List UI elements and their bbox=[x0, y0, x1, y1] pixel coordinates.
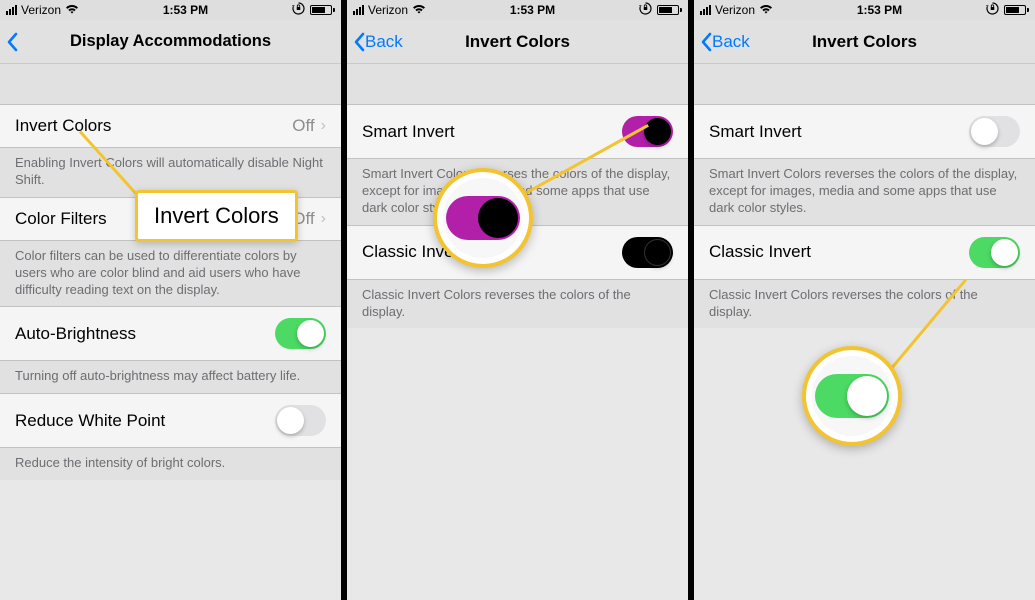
status-bar: Verizon 1:53 PM bbox=[347, 0, 688, 20]
battery-icon bbox=[310, 5, 335, 15]
auto-brightness-row: Auto-Brightness bbox=[0, 306, 341, 361]
smart-invert-row: Smart Invert bbox=[694, 104, 1035, 159]
cell-label: Auto-Brightness bbox=[15, 324, 275, 344]
cell-footer: Reduce the intensity of bright colors. bbox=[0, 448, 341, 480]
cell-label: Smart Invert bbox=[362, 122, 622, 142]
callout-magnifier bbox=[433, 168, 533, 268]
cell-label: Invert Colors bbox=[15, 116, 292, 136]
page-title: Display Accommodations bbox=[70, 32, 271, 51]
callout-highlight: Invert Colors bbox=[135, 190, 298, 242]
phone-1: Verizon 1:53 PM Display Accommodations I… bbox=[0, 0, 341, 600]
cell-footer: Smart Invert Colors reverses the colors … bbox=[694, 159, 1035, 225]
signal-icon bbox=[700, 5, 711, 15]
auto-brightness-toggle[interactable] bbox=[275, 318, 326, 349]
reduce-white-point-toggle[interactable] bbox=[275, 405, 326, 436]
orientation-lock-icon bbox=[639, 2, 652, 18]
smart-invert-toggle[interactable] bbox=[622, 116, 673, 147]
cell-footer: Color filters can be used to differentia… bbox=[0, 241, 341, 307]
classic-invert-toggle[interactable] bbox=[622, 237, 673, 268]
page-title: Invert Colors bbox=[465, 32, 570, 52]
classic-invert-toggle[interactable] bbox=[969, 237, 1020, 268]
settings-list: Invert Colors Off › Enabling Invert Colo… bbox=[0, 64, 341, 480]
orientation-lock-icon bbox=[292, 2, 305, 18]
chevron-back-icon bbox=[353, 32, 365, 52]
smart-invert-toggle[interactable] bbox=[969, 116, 1020, 147]
invert-colors-row[interactable]: Invert Colors Off › bbox=[0, 104, 341, 148]
phone-2: Verizon 1:53 PM Back Invert Colors Smart… bbox=[347, 0, 688, 600]
chevron-right-icon: › bbox=[321, 117, 326, 135]
signal-icon bbox=[353, 5, 364, 15]
battery-icon bbox=[1004, 5, 1029, 15]
cell-value: Off bbox=[292, 116, 314, 136]
status-bar: Verizon 1:53 PM bbox=[694, 0, 1035, 20]
reduce-white-point-row: Reduce White Point bbox=[0, 393, 341, 448]
back-button[interactable] bbox=[0, 32, 18, 52]
nav-bar: Back Invert Colors bbox=[694, 20, 1035, 64]
back-label: Back bbox=[365, 32, 403, 52]
page-title: Invert Colors bbox=[812, 32, 917, 52]
status-bar: Verizon 1:53 PM bbox=[0, 0, 341, 20]
settings-list: Smart Invert Smart Invert Colors reverse… bbox=[694, 64, 1035, 328]
chevron-back-icon bbox=[700, 32, 712, 52]
wifi-icon bbox=[759, 3, 773, 17]
battery-icon bbox=[657, 5, 682, 15]
status-time: 1:53 PM bbox=[510, 3, 555, 17]
chevron-right-icon: › bbox=[321, 210, 326, 228]
back-label: Back bbox=[712, 32, 750, 52]
status-time: 1:53 PM bbox=[857, 3, 902, 17]
cell-label: Reduce White Point bbox=[15, 411, 275, 431]
chevron-back-icon bbox=[6, 32, 18, 52]
signal-icon bbox=[6, 5, 17, 15]
nav-bar: Back Invert Colors bbox=[347, 20, 688, 64]
callout-magnifier bbox=[802, 346, 902, 446]
status-time: 1:53 PM bbox=[163, 3, 208, 17]
wifi-icon bbox=[412, 3, 426, 17]
back-button[interactable]: Back bbox=[694, 32, 750, 52]
magnified-toggle bbox=[815, 374, 889, 418]
carrier-label: Verizon bbox=[368, 3, 408, 17]
nav-bar: Display Accommodations bbox=[0, 20, 341, 64]
cell-label: Classic Invert bbox=[709, 242, 969, 262]
cell-footer: Classic Invert Colors reverses the color… bbox=[347, 280, 688, 329]
carrier-label: Verizon bbox=[21, 3, 61, 17]
cell-label: Smart Invert bbox=[709, 122, 969, 142]
cell-footer: Classic Invert Colors reverses the color… bbox=[694, 280, 1035, 329]
cell-footer: Turning off auto-brightness may affect b… bbox=[0, 361, 341, 393]
back-button[interactable]: Back bbox=[347, 32, 403, 52]
phone-3: Verizon 1:53 PM Back Invert Colors Smart… bbox=[694, 0, 1035, 600]
classic-invert-row: Classic Invert bbox=[694, 225, 1035, 280]
orientation-lock-icon bbox=[986, 2, 999, 18]
magnified-toggle bbox=[446, 196, 520, 240]
wifi-icon bbox=[65, 3, 79, 17]
carrier-label: Verizon bbox=[715, 3, 755, 17]
